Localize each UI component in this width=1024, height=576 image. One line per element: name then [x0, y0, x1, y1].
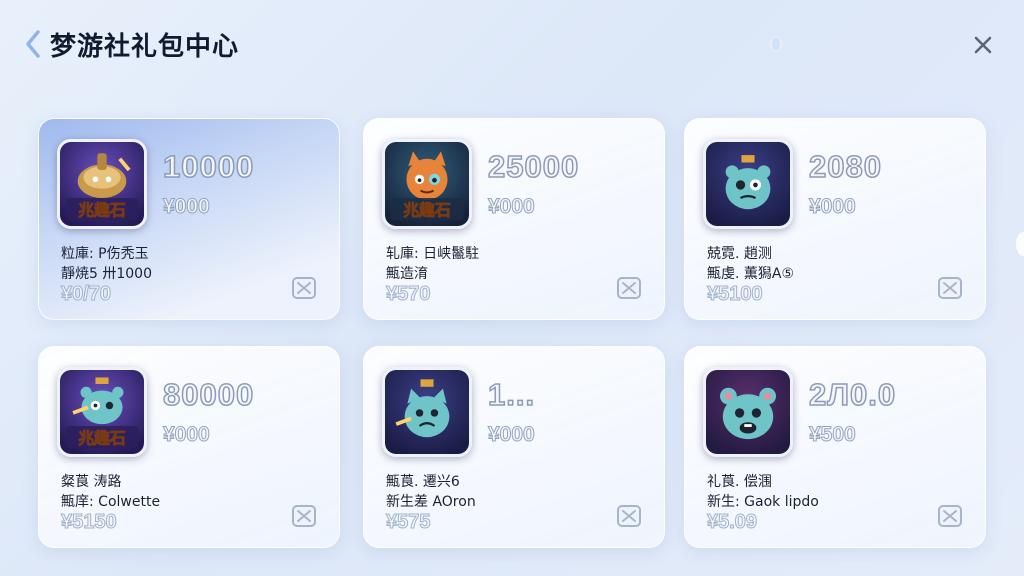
original-price: ¥5150	[61, 511, 118, 534]
header-bar: 梦游社礼包中心	[0, 0, 1024, 90]
gift-amount: 2080	[808, 148, 882, 185]
gift-amount: 1...	[487, 376, 536, 413]
gift-card[interactable]: 兆趣石 10000 ¥000 粒庫: P伤秃玉 靜焼5 卅1000 ¥0/70	[38, 118, 340, 320]
gift-box-icon[interactable]	[616, 275, 642, 301]
teal-monster-icon: 兆趣石	[57, 367, 147, 457]
chevron-left-icon[interactable]	[22, 26, 44, 62]
gift-desc-line1: 兢霓. 趙测	[707, 246, 772, 262]
gift-box-icon[interactable]	[616, 503, 642, 529]
gift-desc-line1: 粒庫: P伤秃玉	[61, 246, 149, 262]
teal-monster-icon	[703, 139, 793, 229]
close-icon[interactable]	[970, 32, 996, 58]
original-price: ¥5100	[707, 283, 764, 306]
thumb-label: 兆趣石	[403, 201, 451, 220]
gift-box-icon[interactable]	[937, 275, 963, 301]
gift-price: ¥000	[163, 423, 211, 447]
gift-desc-line1: 轧庫: 日峡鬣駐	[386, 246, 480, 262]
gift-price: ¥000	[488, 195, 536, 219]
gift-card[interactable]: 2Л0.0 ¥500 礼莨. 偿涠 新生: Gaok lipdo ¥5.09	[684, 346, 986, 548]
gift-box-icon[interactable]	[291, 503, 317, 529]
gift-desc-line2: 甒造淯	[386, 266, 428, 282]
gift-price: ¥000	[488, 423, 536, 447]
page-title: 梦游社礼包中心	[50, 32, 240, 62]
gift-box-icon[interactable]	[291, 275, 317, 301]
teal-cat-icon	[382, 367, 472, 457]
gift-desc-line2: 新生: Gaok lipdo	[707, 494, 819, 510]
gift-price: ¥000	[809, 195, 857, 219]
gift-desc-line2: 新生差 AOron	[386, 494, 476, 510]
gift-card[interactable]: 兆趣石 25000 ¥000 轧庫: 日峡鬣駐 甒造淯 ¥570	[363, 118, 665, 320]
original-price: ¥570	[386, 283, 431, 306]
gift-card[interactable]: 2080 ¥000 兢霓. 趙测 甒虔. 薫獡A⑤ ¥5100	[684, 118, 986, 320]
gift-card[interactable]: 1... ¥000 甒莨. 遷兴6 新生差 AOron ¥575	[363, 346, 665, 548]
decorative-dot	[772, 38, 780, 50]
gold-pot-icon: 兆趣石	[57, 139, 147, 229]
gift-price: ¥000	[163, 195, 211, 219]
edge-highlight	[1016, 232, 1024, 256]
gift-desc-line1: 礼莨. 偿涠	[707, 474, 772, 490]
gift-amount: 2Л0.0	[808, 376, 897, 413]
gift-price: ¥500	[809, 423, 857, 447]
thumb-label: 兆趣石	[78, 429, 126, 448]
gift-box-icon[interactable]	[937, 503, 963, 529]
gift-amount: 80000	[162, 376, 255, 413]
original-price: ¥5.09	[706, 511, 758, 534]
gift-desc-line1: 粲莨 涛路	[61, 474, 122, 490]
gift-amount: 25000	[487, 148, 580, 185]
original-price: ¥575	[386, 511, 431, 534]
thumb-label: 兆趣石	[78, 201, 126, 220]
gift-desc-line2: 甒虔. 薫獡A⑤	[707, 266, 795, 282]
gift-desc-line2: 靜焼5 卅1000	[61, 266, 152, 282]
gift-card[interactable]: 兆趣石 80000 ¥000 粲莨 涛路 甒庠: Colwette ¥5150	[38, 346, 340, 548]
gift-desc-line1: 甒莨. 遷兴6	[386, 474, 460, 490]
original-price: ¥0/70	[60, 283, 112, 306]
gift-amount: 10000	[162, 148, 255, 185]
orange-cat-icon: 兆趣石	[382, 139, 472, 229]
gift-desc-line2: 甒庠: Colwette	[61, 494, 161, 510]
teal-bear-icon	[703, 367, 793, 457]
